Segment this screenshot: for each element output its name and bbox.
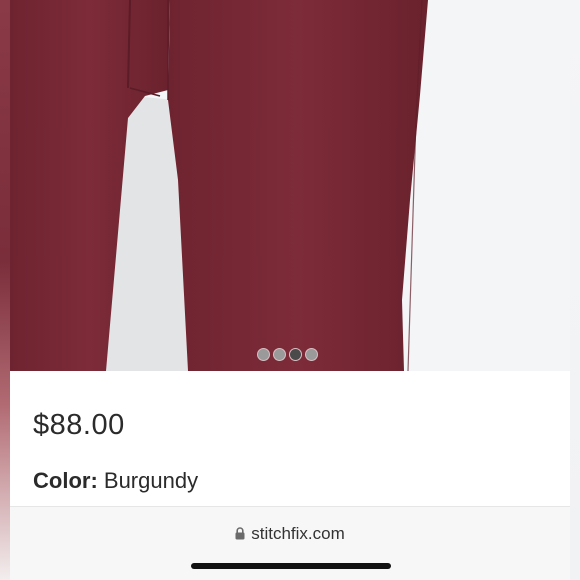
product-price: $88.00 [33,409,125,441]
color-label: Color: [33,468,98,493]
carousel-dot[interactable] [258,349,269,360]
carousel-dot[interactable] [274,349,285,360]
browser-address-bar[interactable]: stitchfix.com [10,506,570,580]
product-info: $88.00 Color: Burgundy [10,371,570,506]
lock-icon [235,525,245,545]
color-value: Burgundy [103,468,199,493]
url-text: stitchfix.com [251,524,345,543]
carousel-dots [258,349,317,360]
carousel-dot[interactable] [306,349,317,360]
url-display[interactable]: stitchfix.com [10,524,570,545]
carousel-dot-active[interactable] [290,349,301,360]
blurred-backdrop-right [570,0,580,580]
home-indicator[interactable] [191,563,391,569]
phone-screen: $88.00 Color: Burgundy stitchfix.com [10,0,570,580]
product-image[interactable] [10,0,570,371]
burgundy-jeans-illustration [10,0,428,371]
color-row: Color: Burgundy [33,468,198,494]
blurred-backdrop-left [0,0,10,580]
